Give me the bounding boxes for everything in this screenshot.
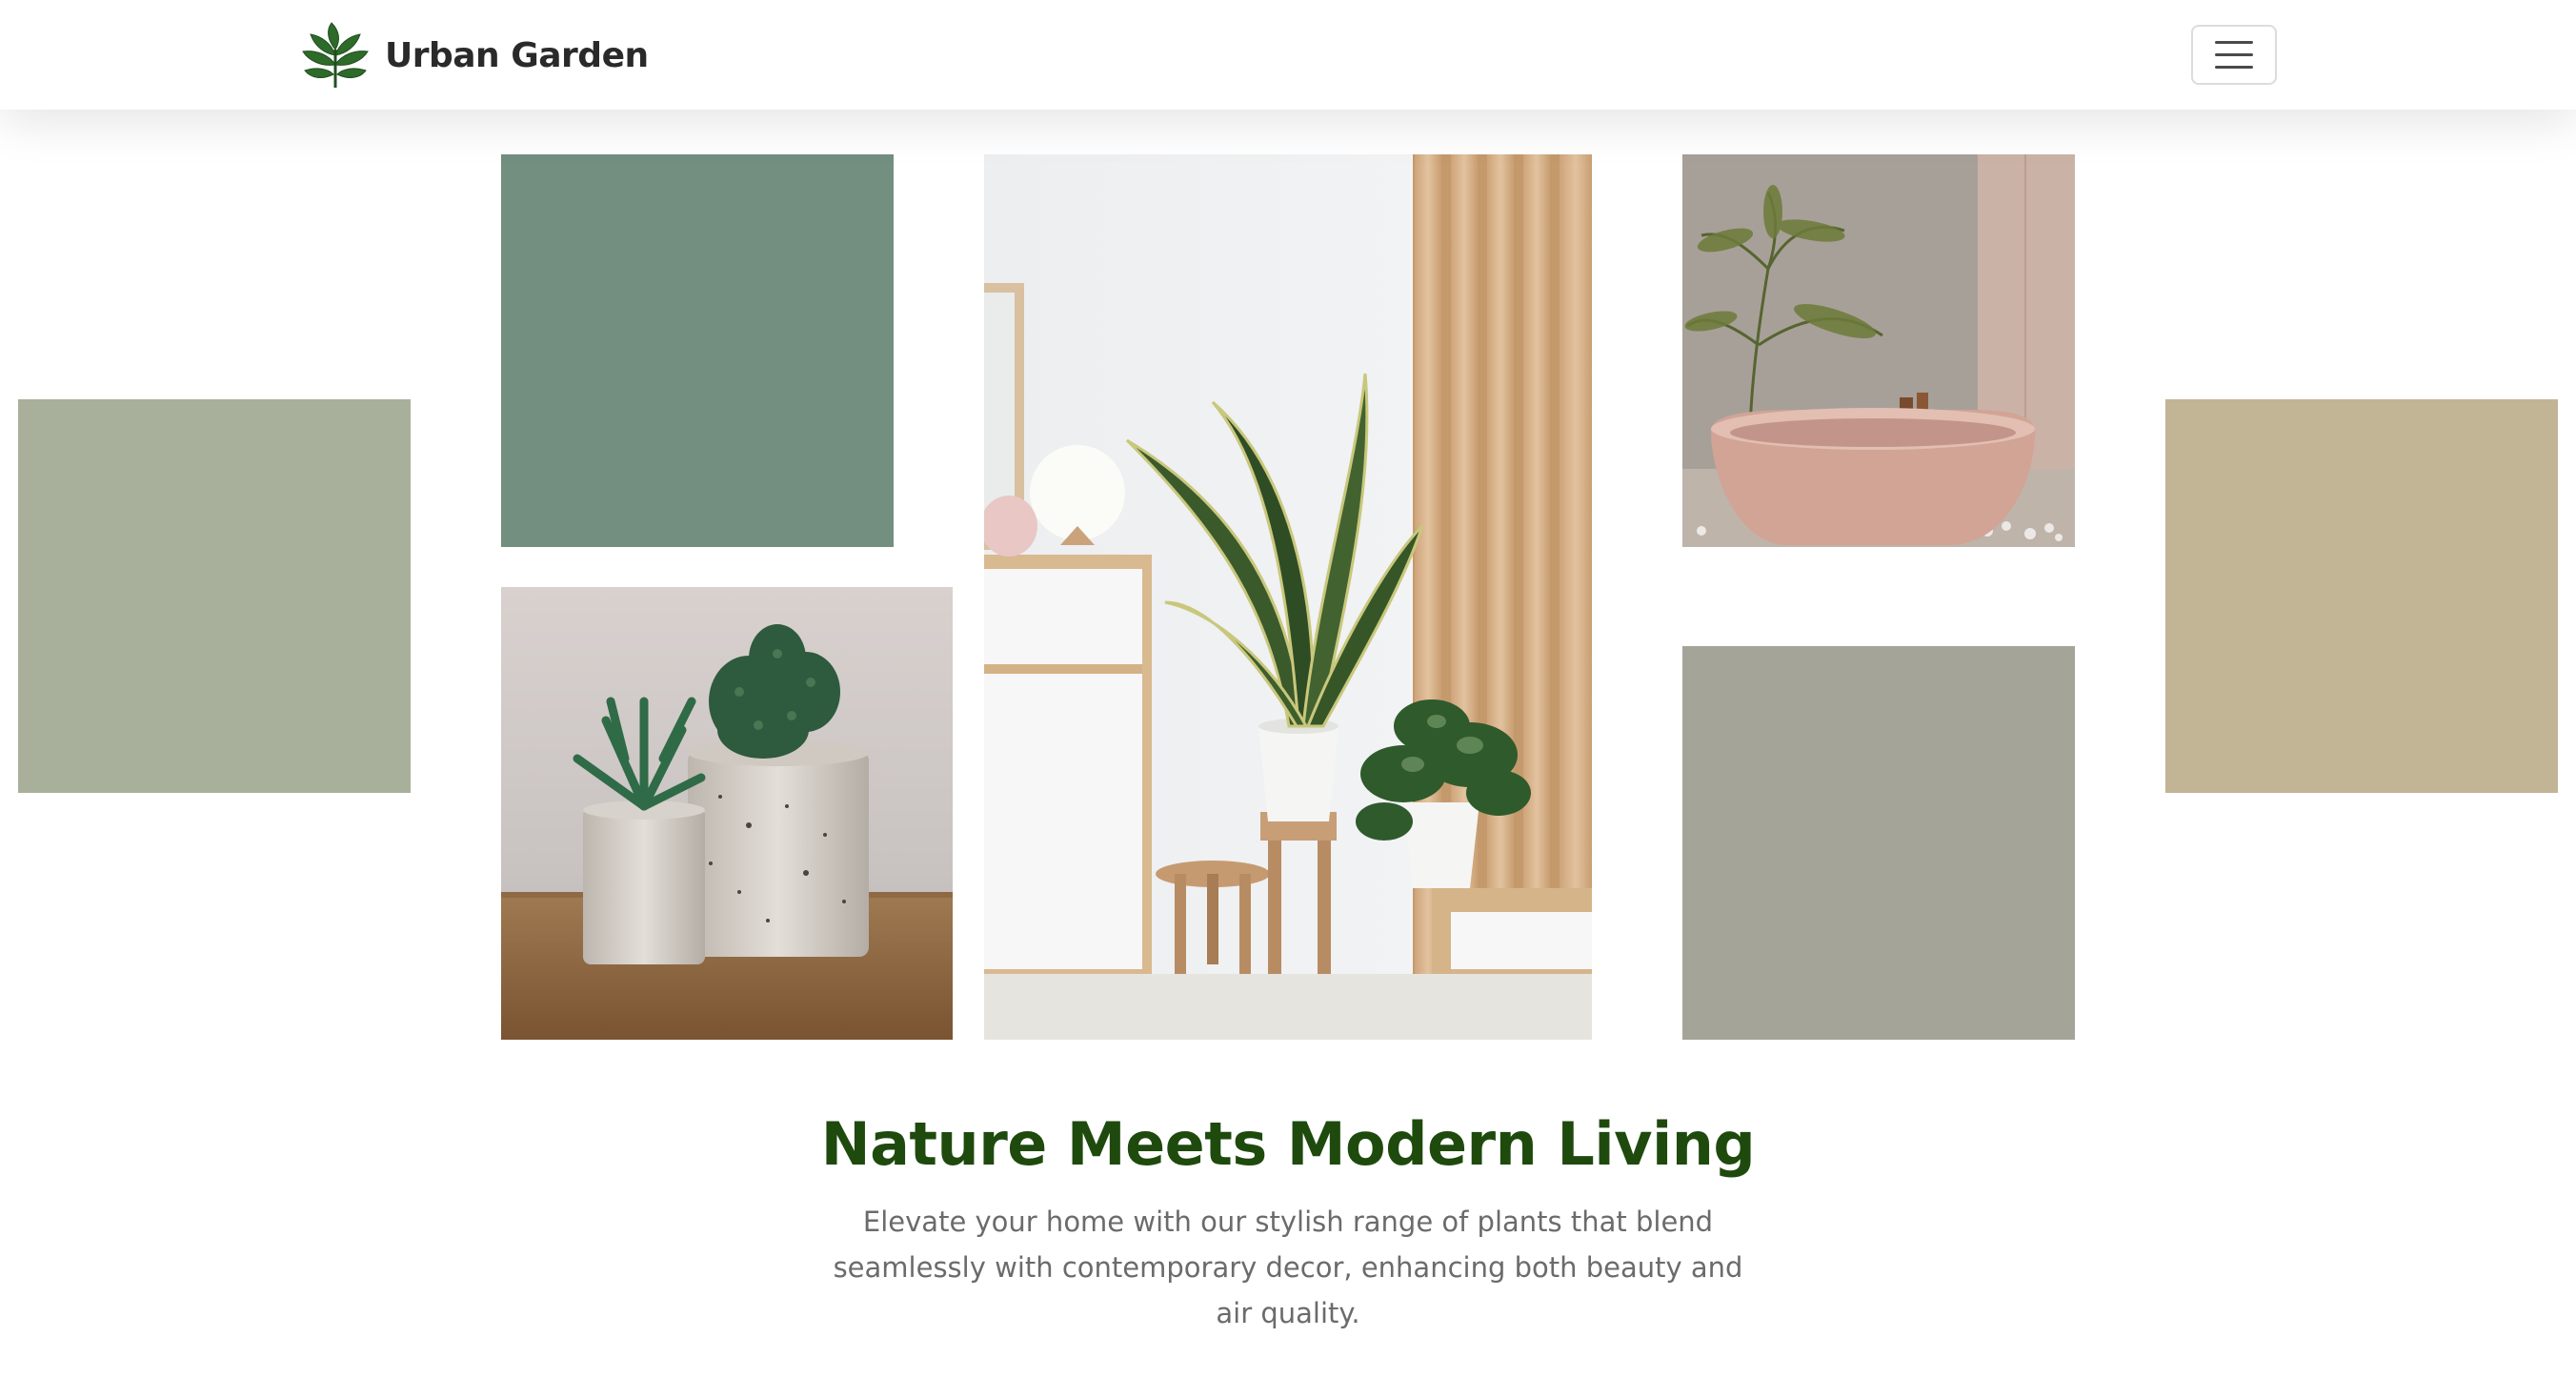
menu-toggle-button[interactable] — [2191, 25, 2277, 85]
hamburger-menu-icon — [2215, 41, 2253, 44]
navbar: Urban Garden — [0, 0, 2576, 110]
color-swatch-tan — [2165, 399, 2558, 793]
color-swatch-green — [501, 154, 894, 547]
color-swatch-grey — [1682, 646, 2075, 1040]
photo-potted-cacti — [501, 587, 953, 1040]
leaf-icon — [302, 22, 369, 88]
color-swatch-sage — [18, 399, 411, 793]
photo-bathtub-palm — [1682, 154, 2075, 547]
hero-subtitle: Elevate your home with our stylish range… — [833, 1206, 1743, 1329]
hero-title: Nature Meets Modern Living — [820, 1109, 1756, 1179]
brand-link[interactable]: Urban Garden — [299, 21, 649, 90]
hamburger-menu-icon — [2215, 53, 2253, 56]
photo-snake-plant-interior — [984, 154, 1592, 1040]
hamburger-menu-icon — [2215, 66, 2253, 69]
brand-name: Urban Garden — [385, 35, 649, 75]
